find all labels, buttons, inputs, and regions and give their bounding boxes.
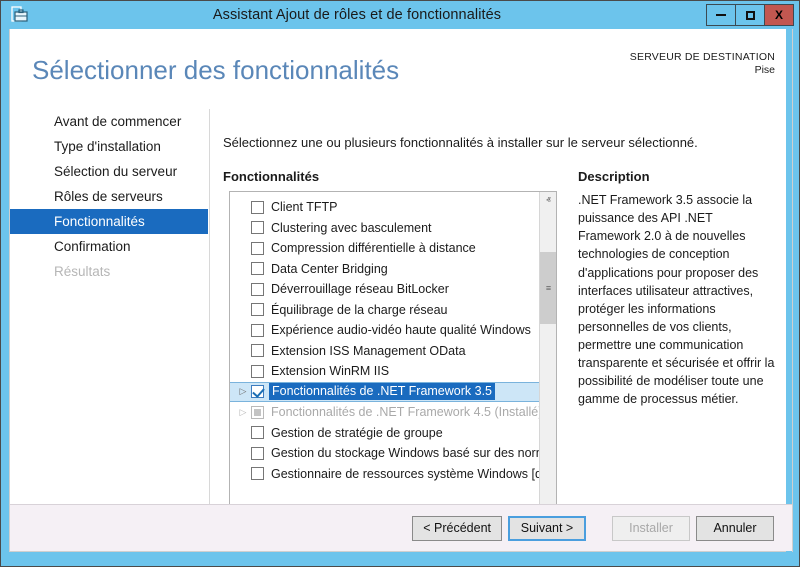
window-title: Assistant Ajout de rôles et de fonctionn…	[7, 7, 707, 23]
previous-button[interactable]: < Précédent	[412, 516, 502, 541]
maximize-button[interactable]	[735, 4, 765, 26]
expander-spacer: ▷	[235, 285, 251, 294]
feature-row[interactable]: ▷ Data Center Bridging	[230, 259, 540, 280]
feature-row[interactable]: ▷ Déverrouillage réseau BitLocker	[230, 279, 540, 300]
footer-bar: < Précédent Suivant > Installer Annuler	[10, 504, 792, 551]
next-button[interactable]: Suivant >	[508, 516, 586, 541]
feature-label: Équilibrage de la charge réseau	[271, 303, 448, 317]
destination-server-name: Pise	[630, 64, 775, 77]
feature-label: Fonctionnalités de .NET Framework 3.5	[269, 383, 495, 400]
feature-checkbox[interactable]	[251, 365, 264, 378]
expander-spacer: ▷	[235, 326, 251, 335]
feature-checkbox[interactable]	[251, 201, 264, 214]
feature-row[interactable]: ▷ Clustering avec basculement	[230, 218, 540, 239]
cancel-button[interactable]: Annuler	[696, 516, 774, 541]
feature-label: Extension WinRM IIS	[271, 364, 389, 378]
main-pane: Sélectionnez une ou plusieurs fonctionna…	[211, 109, 792, 509]
description-panel: .NET Framework 3.5 associe la puissance …	[578, 191, 778, 409]
feature-label: Compression différentielle à distance	[271, 241, 476, 255]
feature-row[interactable]: ▷ Compression différentielle à distance	[230, 238, 540, 259]
feature-checkbox[interactable]	[251, 324, 264, 337]
features-vertical-scrollbar[interactable]: ⱏ ≡ ⱟ	[539, 192, 556, 509]
sidebar-item-avant-de-commencer[interactable]: Avant de commencer	[10, 109, 209, 134]
feature-row[interactable]: ▷ Gestion de stratégie de groupe	[230, 423, 540, 444]
page-header: Sélectionner des fonctionnalités SERVEUR…	[10, 29, 792, 99]
close-button[interactable]: X	[764, 4, 794, 26]
scroll-up-icon[interactable]: ⱏ	[540, 192, 557, 209]
sidebar-item-resultats: Résultats	[10, 259, 209, 284]
expander-spacer: ▷	[235, 428, 251, 437]
feature-checkbox	[251, 406, 264, 419]
feature-row[interactable]: ▷Gestion du stockage Windows basé sur de…	[230, 443, 540, 464]
feature-row[interactable]: ▷ Fonctionnalités de .NET Framework 3.5	[230, 382, 540, 403]
expander-icon[interactable]: ▷	[235, 408, 251, 417]
expander-spacer: ▷	[235, 203, 251, 212]
features-listbox[interactable]: ▷ Client TFTP ▷ Clustering avec basculement…	[229, 191, 557, 528]
accent-stripe	[786, 29, 792, 552]
description-heading: Description	[578, 169, 650, 184]
sidebar-item-fonctionnalites[interactable]: Fonctionnalités	[10, 209, 208, 234]
vertical-scrollbar-thumb[interactable]: ≡	[540, 252, 557, 324]
feature-label: Déverrouillage réseau BitLocker	[271, 282, 449, 296]
feature-row[interactable]: ▷ Fonctionnalités de .NET Framework 4.5 (…	[230, 402, 540, 423]
feature-row[interactable]: ▷ Client TFTP	[230, 197, 540, 218]
feature-label: Data Center Bridging	[271, 262, 388, 276]
feature-label: Clustering avec basculement	[271, 221, 432, 235]
intro-text: Sélectionnez une ou plusieurs fonctionna…	[223, 135, 698, 150]
feature-checkbox[interactable]	[251, 262, 264, 275]
sidebar-item-type-installation[interactable]: Type d'installation	[10, 134, 209, 159]
install-button: Installer	[612, 516, 690, 541]
description-text: .NET Framework 3.5 associe la puissance …	[578, 191, 778, 409]
sidebar-item-confirmation[interactable]: Confirmation	[10, 234, 209, 259]
feature-row[interactable]: ▷ Extension WinRM IIS	[230, 361, 540, 382]
expander-spacer: ▷	[235, 469, 251, 478]
feature-row[interactable]: ▷ Extension ISS Management OData	[230, 341, 540, 362]
feature-label: Gestionnaire de ressources système Windo…	[271, 467, 549, 481]
expander-icon[interactable]: ▷	[235, 387, 251, 396]
expander-spacer: ▷	[235, 264, 251, 273]
expander-spacer: ▷	[235, 244, 251, 253]
expander-spacer: ▷	[235, 346, 251, 355]
feature-checkbox[interactable]	[251, 303, 264, 316]
sidebar-item-roles-serveurs[interactable]: Rôles de serveurs	[10, 184, 209, 209]
feature-checkbox[interactable]	[251, 467, 264, 480]
feature-label: Expérience audio-vidéo haute qualité Win…	[271, 323, 531, 337]
feature-label: Client TFTP	[271, 200, 337, 214]
window-controls: X	[707, 4, 794, 26]
feature-checkbox[interactable]	[251, 385, 264, 398]
feature-checkbox[interactable]	[251, 447, 264, 460]
feature-label: Gestion de stratégie de groupe	[271, 426, 443, 440]
feature-checkbox[interactable]	[251, 283, 264, 296]
feature-label: Gestion du stockage Windows basé sur des…	[271, 446, 553, 460]
feature-checkbox[interactable]	[251, 344, 264, 357]
minimize-icon	[716, 14, 726, 16]
destination-server-label: SERVEUR DE DESTINATION	[630, 51, 775, 64]
page-title: Sélectionner des fonctionnalités	[32, 55, 399, 86]
sidebar-item-selection-serveur[interactable]: Sélection du serveur	[10, 159, 209, 184]
feature-row[interactable]: ▷Gestionnaire de ressources système Wind…	[230, 464, 540, 485]
feature-row[interactable]: ▷ Équilibrage de la charge réseau	[230, 300, 540, 321]
destination-server-block: SERVEUR DE DESTINATION Pise	[630, 51, 775, 77]
minimize-button[interactable]	[706, 4, 736, 26]
wizard-window: Assistant Ajout de rôles et de fonctionn…	[0, 0, 800, 567]
expander-spacer: ▷	[235, 305, 251, 314]
features-rows: ▷ Client TFTP ▷ Clustering avec basculement…	[230, 197, 540, 484]
feature-label: Extension ISS Management OData	[271, 344, 466, 358]
feature-checkbox[interactable]	[251, 426, 264, 439]
wizard-briefcase-icon	[5, 1, 33, 29]
feature-checkbox[interactable]	[251, 242, 264, 255]
expander-spacer: ▷	[235, 367, 251, 376]
feature-row[interactable]: ▷ Expérience audio-vidéo haute qualité Wi…	[230, 320, 540, 341]
maximize-icon	[746, 11, 755, 20]
expander-spacer: ▷	[235, 223, 251, 232]
client-area: Sélectionner des fonctionnalités SERVEUR…	[9, 29, 793, 552]
feature-label: Fonctionnalités de .NET Framework 4.5 (I…	[271, 405, 542, 419]
wizard-navigation: Avant de commencer Type d'installation S…	[10, 109, 210, 509]
title-bar: Assistant Ajout de rôles et de fonctionn…	[1, 1, 799, 29]
features-heading: Fonctionnalités	[223, 169, 319, 184]
feature-checkbox[interactable]	[251, 221, 264, 234]
expander-spacer: ▷	[235, 449, 251, 458]
